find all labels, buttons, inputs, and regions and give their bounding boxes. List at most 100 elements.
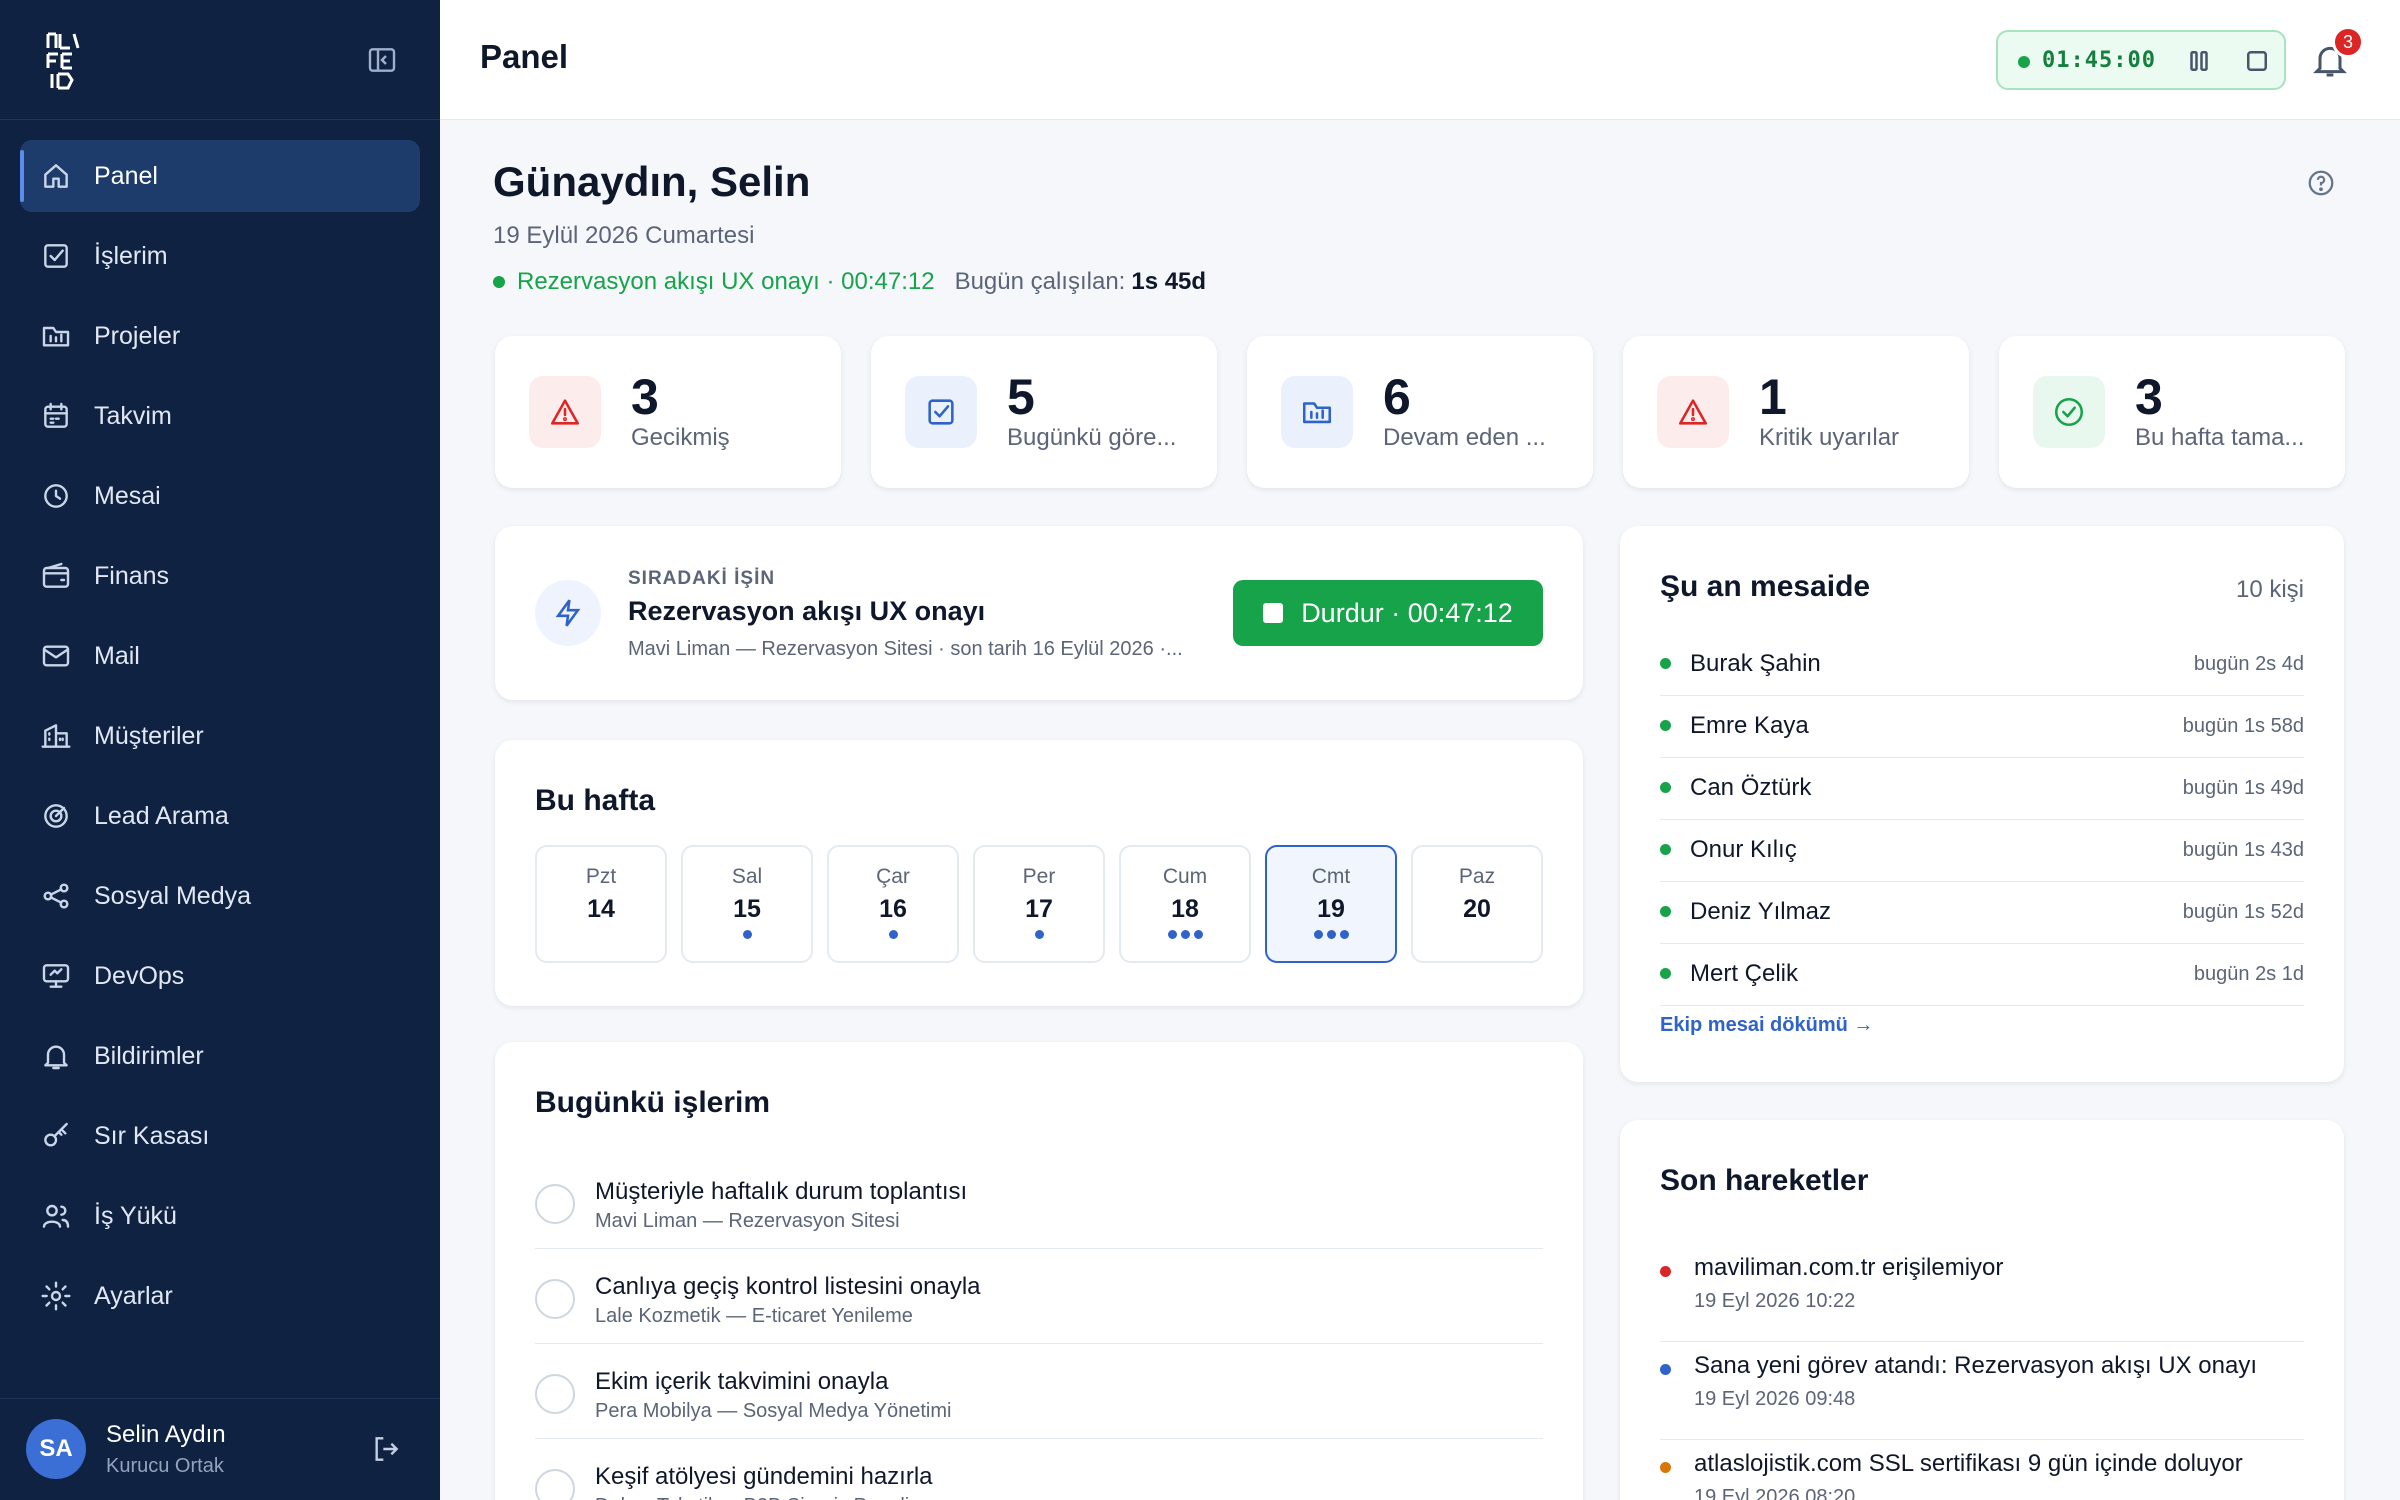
day-17[interactable]: Per 17 bbox=[973, 845, 1105, 963]
task-row[interactable]: Müşteriyle haftalık durum toplantısı Mavi… bbox=[535, 1154, 1543, 1249]
sidebar-item-3[interactable]: Projeler bbox=[20, 300, 420, 372]
sidebar-item-label: İş Yükü bbox=[94, 1201, 177, 1230]
next-task-title[interactable]: Rezervasyon akışı UX onayı bbox=[628, 596, 985, 627]
pause-icon[interactable] bbox=[2184, 46, 2214, 76]
next-task-subtitle: Mavi Liman — Rezervasyon Sitesi · son ta… bbox=[628, 638, 1183, 660]
sidebar-item-11[interactable]: DevOps bbox=[20, 940, 420, 1012]
task-subtitle: Dokuz Tekstil — B2B Sipariş Paneli bbox=[595, 1495, 909, 1500]
sidebar-item-8[interactable]: Müşteriler bbox=[20, 700, 420, 772]
sidebar-collapse-icon[interactable] bbox=[366, 44, 398, 76]
share-icon bbox=[43, 883, 69, 909]
task-row[interactable]: Ekim içerik takvimini onayla Pera Mobilya… bbox=[535, 1344, 1543, 1439]
next-task-kicker: SIRADAKİ İŞİN bbox=[628, 568, 776, 589]
day-14[interactable]: Pzt 14 bbox=[535, 845, 667, 963]
on-duty-person[interactable]: Onur Kılıç bugün 1s 43d bbox=[1660, 820, 2304, 882]
sidebar-item-12[interactable]: Bildirimler bbox=[20, 1020, 420, 1092]
stat-card[interactable]: 3 Gecikmiş bbox=[495, 336, 841, 488]
event-dot bbox=[1167, 930, 1177, 939]
activity-dot bbox=[1660, 1266, 1671, 1277]
user-role: Kurucu Ortak bbox=[106, 1455, 224, 1477]
task-row[interactable]: Canlıya geçiş kontrol listesini onayla La… bbox=[535, 1249, 1543, 1344]
clock-icon bbox=[44, 484, 68, 508]
sidebar-item-label: İşlerim bbox=[94, 241, 168, 270]
active-task-text[interactable]: Rezervasyon akışı UX onayı · 00:47:12 bbox=[517, 268, 935, 296]
activity-item[interactable]: atlaslojistik.com SSL sertifikası 9 gün … bbox=[1660, 1440, 2304, 1500]
sidebar-item-6[interactable]: Finans bbox=[20, 540, 420, 612]
time-tracker: 01:45:00 bbox=[1996, 30, 2286, 90]
day-15[interactable]: Sal 15 bbox=[681, 845, 813, 963]
day-dots bbox=[1413, 930, 1541, 940]
sidebar-item-1[interactable]: Panel bbox=[20, 140, 420, 212]
sidebar-item-label: Panel bbox=[94, 161, 158, 190]
stat-card[interactable]: 5 Bugünkü göre... bbox=[871, 336, 1217, 488]
stop-icon[interactable] bbox=[2242, 46, 2272, 76]
person-name: Emre Kaya bbox=[1690, 712, 1809, 739]
on-duty-person[interactable]: Burak Şahin bugün 2s 4d bbox=[1660, 634, 2304, 696]
sidebar-item-5[interactable]: Mesai bbox=[20, 460, 420, 532]
stat-card[interactable]: 6 Devam eden ... bbox=[1247, 336, 1593, 488]
task-checkbox[interactable] bbox=[535, 1279, 575, 1319]
task-checkbox[interactable] bbox=[535, 1469, 575, 1500]
day-name: Cmt bbox=[1311, 865, 1351, 888]
activity-text: Sana yeni görev atandı: Rezervasyon akış… bbox=[1694, 1352, 2257, 1379]
topbar: Panel 01:45:00 3 bbox=[440, 0, 2400, 120]
day-date: 14 bbox=[587, 895, 615, 923]
on-duty-person[interactable]: Emre Kaya bugün 1s 58d bbox=[1660, 696, 2304, 758]
lightning-icon bbox=[555, 599, 581, 627]
sidebar-item-9[interactable]: Lead Arama bbox=[20, 780, 420, 852]
day-name: Per bbox=[1022, 865, 1056, 888]
day-dots bbox=[537, 930, 665, 940]
sidebar-item-10[interactable]: Sosyal Medya bbox=[20, 860, 420, 932]
sidebar-item-label: Sosyal Medya bbox=[94, 881, 252, 910]
sidebar-item-7[interactable]: Mail bbox=[20, 620, 420, 692]
team-hours-link[interactable]: Ekip mesai dökümü → bbox=[1660, 1014, 1873, 1037]
sidebar-item-2[interactable]: İşlerim bbox=[20, 220, 420, 292]
timer-status-dot bbox=[2018, 56, 2030, 68]
online-dot bbox=[1660, 720, 1671, 731]
activity-item[interactable]: maviliman.com.tr erişilemiyor 19 Eyl 2026… bbox=[1660, 1244, 2304, 1342]
key-icon bbox=[44, 1122, 68, 1147]
help-icon[interactable] bbox=[2306, 168, 2336, 198]
day-dots bbox=[975, 930, 1103, 940]
gear-icon bbox=[41, 1281, 71, 1311]
activity-item[interactable]: Sana yeni görev atandı: Rezervasyon akış… bbox=[1660, 1342, 2304, 1440]
stat-icon-wrap bbox=[905, 376, 977, 448]
stat-value: 6 bbox=[1383, 369, 1411, 425]
stop-square-icon bbox=[1263, 603, 1284, 623]
logout-icon[interactable] bbox=[370, 1433, 402, 1465]
bell-icon bbox=[44, 1045, 68, 1070]
task-checkbox[interactable] bbox=[535, 1374, 575, 1414]
person-time: bugün 1s 49d bbox=[2182, 777, 2304, 799]
day-20[interactable]: Paz 20 bbox=[1411, 845, 1543, 963]
day-19[interactable]: Cmt 19 bbox=[1265, 845, 1397, 963]
sidebar-item-15[interactable]: Ayarlar bbox=[20, 1260, 420, 1332]
avatar[interactable]: SA bbox=[26, 1419, 86, 1479]
day-16[interactable]: Çar 16 bbox=[827, 845, 959, 963]
stat-card[interactable]: 3 Bu hafta tama... bbox=[1999, 336, 2345, 488]
day-dots bbox=[683, 930, 811, 940]
task-title: Ekim içerik takvimini onayla bbox=[595, 1368, 889, 1395]
event-dot bbox=[1313, 930, 1323, 939]
sidebar-item-4[interactable]: Takvim bbox=[20, 380, 420, 452]
week-title: Bu hafta bbox=[535, 784, 655, 817]
notification-badge: 3 bbox=[2332, 26, 2364, 58]
day-dots bbox=[1121, 930, 1249, 940]
online-dot bbox=[1660, 658, 1671, 669]
on-duty-person[interactable]: Mert Çelik bugün 2s 1d bbox=[1660, 944, 2304, 1006]
person-name: Onur Kılıç bbox=[1690, 836, 1797, 863]
task-subtitle: Mavi Liman — Rezervasyon Sitesi bbox=[595, 1210, 900, 1232]
check-circle-icon bbox=[2054, 397, 2084, 427]
on-duty-person[interactable]: Deniz Yılmaz bugün 1s 52d bbox=[1660, 882, 2304, 944]
sidebar-item-13[interactable]: Sır Kasası bbox=[20, 1100, 420, 1172]
task-checkbox[interactable] bbox=[535, 1184, 575, 1224]
sidebar-item-14[interactable]: İş Yükü bbox=[20, 1180, 420, 1252]
stop-timer-button[interactable]: Durdur · 00:47:12 bbox=[1233, 580, 1543, 646]
day-18[interactable]: Cum 18 bbox=[1119, 845, 1251, 963]
on-duty-count: 10 kişi bbox=[2235, 576, 2304, 603]
task-row[interactable]: Keşif atölyesi gündemini hazırla Dokuz Te… bbox=[535, 1439, 1543, 1500]
on-duty-person[interactable]: Can Öztürk bugün 1s 49d bbox=[1660, 758, 2304, 820]
sidebar-item-label: Mail bbox=[94, 641, 140, 670]
stat-card[interactable]: 1 Kritik uyarılar bbox=[1623, 336, 1969, 488]
user-name: Selin Aydın bbox=[106, 1421, 226, 1448]
stat-label: Bu hafta tama... bbox=[2135, 424, 2305, 451]
